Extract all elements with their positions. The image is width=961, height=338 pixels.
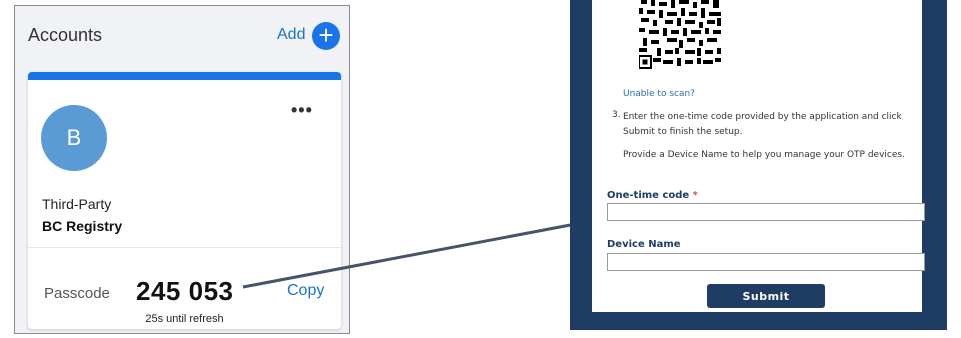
unable-to-scan-link[interactable]: Unable to scan? bbox=[623, 89, 695, 99]
step-instructions: Enter the one-time code provided by the … bbox=[623, 112, 902, 137]
otp-setup-form: Unable to scan? 3. Enter the one-time co… bbox=[592, 0, 925, 312]
otp-setup-frame: Unable to scan? 3. Enter the one-time co… bbox=[570, 0, 947, 330]
step-number: 3. bbox=[612, 110, 621, 120]
device-name-help: Provide a Device Name to help you manage… bbox=[623, 150, 905, 160]
device-name-input[interactable] bbox=[607, 253, 925, 271]
required-marker: * bbox=[692, 190, 698, 201]
one-time-code-input[interactable] bbox=[607, 203, 925, 221]
one-time-code-label-text: One-time code bbox=[607, 190, 690, 201]
one-time-code-label: One-time code * bbox=[607, 190, 698, 201]
device-name-label: Device Name bbox=[607, 239, 681, 250]
qr-code-image bbox=[639, 0, 721, 69]
submit-button[interactable]: Submit bbox=[707, 284, 825, 308]
